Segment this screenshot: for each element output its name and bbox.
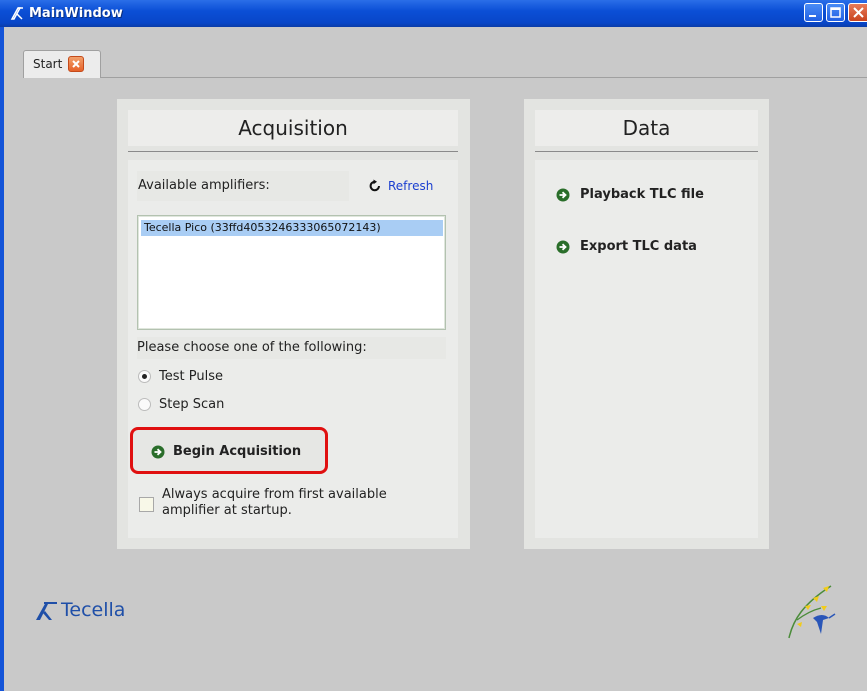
tecella-logo-text: Tecella (61, 599, 126, 621)
list-item[interactable]: Tecella Pico (33ffd4053246333065072143) (141, 220, 443, 236)
hummingbird-flower-icon (788, 585, 836, 639)
export-tlc-label: Export TLC data (580, 239, 697, 254)
arrow-right-circle-icon (151, 445, 165, 458)
amplifiers-label: Available amplifiers: (137, 171, 349, 201)
begin-acquisition-label: Begin Acquisition (173, 444, 302, 459)
title-bar[interactable]: MainWindow (0, 0, 867, 27)
minimize-button[interactable] (804, 3, 823, 22)
auto-acquire-checkbox[interactable] (139, 497, 154, 512)
divider (535, 151, 758, 152)
step-scan-radio[interactable] (138, 398, 151, 411)
refresh-icon (369, 179, 380, 192)
tab-bar-divider (100, 77, 867, 78)
amplifier-list[interactable]: Tecella Pico (33ffd4053246333065072143) (137, 215, 446, 330)
divider (128, 151, 458, 152)
window-title: MainWindow (29, 6, 123, 21)
data-heading: Data (535, 110, 758, 146)
choose-label: Please choose one of the following: (137, 337, 446, 359)
refresh-label: Refresh (388, 179, 434, 193)
playback-tlc-label: Playback TLC file (580, 187, 704, 202)
arrow-right-circle-icon (556, 188, 570, 201)
arrow-right-circle-icon (556, 240, 570, 253)
acquisition-heading: Acquisition (128, 110, 458, 146)
data-content (535, 160, 758, 538)
auto-acquire-option[interactable]: Always acquire from first available ampl… (139, 487, 442, 519)
tecella-logo: Tecella (33, 599, 125, 621)
tecella-logo-icon (36, 602, 57, 620)
minimize-icon (809, 15, 816, 17)
close-button[interactable] (848, 3, 867, 22)
tab-start-label: Start (33, 57, 63, 71)
test-pulse-radio[interactable] (138, 370, 151, 383)
refresh-button[interactable]: Refresh (368, 176, 433, 196)
app-logo-icon (10, 7, 23, 20)
close-icon (72, 60, 80, 68)
export-tlc-button[interactable]: Export TLC data (556, 239, 697, 254)
step-scan-option[interactable]: Step Scan (138, 397, 224, 412)
playback-tlc-button[interactable]: Playback TLC file (556, 187, 704, 202)
begin-acquisition-button[interactable]: Begin Acquisition (130, 427, 328, 474)
test-pulse-label: Test Pulse (159, 369, 223, 384)
close-icon (853, 7, 864, 18)
step-scan-label: Step Scan (159, 397, 225, 412)
test-pulse-option[interactable]: Test Pulse (138, 369, 223, 384)
tab-close-button[interactable] (68, 56, 84, 72)
auto-acquire-label: Always acquire from first available ampl… (162, 487, 387, 518)
maximize-icon (830, 7, 841, 18)
maximize-button[interactable] (826, 3, 845, 22)
